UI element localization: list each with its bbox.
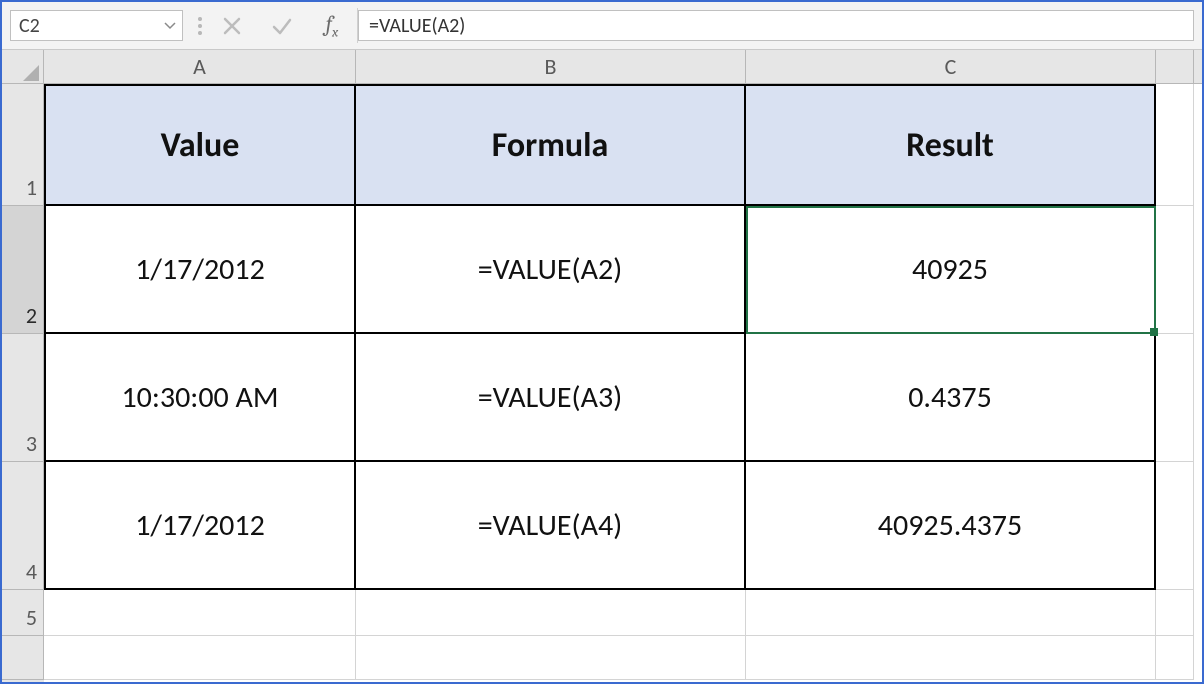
cell-overflow[interactable] <box>44 636 356 680</box>
insert-function-icon[interactable]: fx <box>307 2 357 49</box>
excel-window: C2 fx =VALUE(A2) A B C <box>0 0 1204 684</box>
cell-a3[interactable]: 10:30:00 AM <box>44 334 356 462</box>
cell-d5[interactable] <box>1156 590 1194 636</box>
cell-c4[interactable]: 40925.4375 <box>746 462 1156 590</box>
row-header-3[interactable]: 3 <box>2 334 44 462</box>
column-header-b[interactable]: B <box>356 50 746 83</box>
table-row: Value Formula Result <box>44 84 1194 206</box>
row-header-4[interactable]: 4 <box>2 462 44 590</box>
cell-a5[interactable] <box>44 590 356 636</box>
table-row: 10:30:00 AM =VALUE(A3) 0.4375 <box>44 334 1194 462</box>
cell-overflow[interactable] <box>746 636 1156 680</box>
cell-c3[interactable]: 0.4375 <box>746 334 1156 462</box>
accept-formula-icon[interactable] <box>257 2 307 49</box>
name-box-text: C2 <box>11 14 158 38</box>
column-header-overflow[interactable] <box>1156 50 1194 83</box>
name-box[interactable]: C2 <box>10 10 183 41</box>
column-header-a[interactable]: A <box>44 50 356 83</box>
cell-c2[interactable]: 40925 <box>746 206 1156 334</box>
cells-area: Value Formula Result 1/17/2012 =VALUE(A2… <box>44 84 1194 682</box>
column-header-c[interactable]: C <box>746 50 1156 83</box>
cell-d1[interactable] <box>1156 84 1194 206</box>
row-header-1[interactable]: 1 <box>2 84 44 206</box>
formula-bar-grip-icon <box>193 2 207 49</box>
cell-a4[interactable]: 1/17/2012 <box>44 462 356 590</box>
table-row <box>44 636 1194 680</box>
row-header-5[interactable]: 5 <box>2 590 44 636</box>
cell-b2[interactable]: =VALUE(A2) <box>356 206 746 334</box>
cell-c1[interactable]: Result <box>746 84 1156 206</box>
table-row: 1/17/2012 =VALUE(A4) 40925.4375 <box>44 462 1194 590</box>
formula-text: =VALUE(A2) <box>369 14 465 38</box>
worksheet-grid[interactable]: 1 2 3 4 5 Value Formula Result 1/17/2012… <box>2 84 1202 682</box>
cell-b3[interactable]: =VALUE(A3) <box>356 334 746 462</box>
formula-bar: C2 fx =VALUE(A2) <box>2 2 1202 50</box>
cell-overflow[interactable] <box>356 636 746 680</box>
cell-a2[interactable]: 1/17/2012 <box>44 206 356 334</box>
cell-d3[interactable] <box>1156 334 1194 462</box>
row-header-overflow[interactable] <box>2 636 44 680</box>
cell-b5[interactable] <box>356 590 746 636</box>
cancel-formula-icon[interactable] <box>207 2 257 49</box>
cell-a1[interactable]: Value <box>44 84 356 206</box>
table-row: 1/17/2012 =VALUE(A2) 40925 <box>44 206 1194 334</box>
cell-d4[interactable] <box>1156 462 1194 590</box>
name-box-dropdown-icon[interactable] <box>158 11 182 40</box>
column-header-row: A B C <box>2 50 1202 84</box>
cell-d2[interactable] <box>1156 206 1194 334</box>
select-all-corner[interactable] <box>2 50 44 83</box>
cell-b4[interactable]: =VALUE(A4) <box>356 462 746 590</box>
cell-b1[interactable]: Formula <box>356 84 746 206</box>
row-header-column: 1 2 3 4 5 <box>2 84 44 682</box>
cell-c5[interactable] <box>746 590 1156 636</box>
row-header-2[interactable]: 2 <box>2 206 44 334</box>
table-row <box>44 590 1194 636</box>
cell-overflow[interactable] <box>1156 636 1194 680</box>
formula-input[interactable]: =VALUE(A2) <box>358 10 1194 41</box>
